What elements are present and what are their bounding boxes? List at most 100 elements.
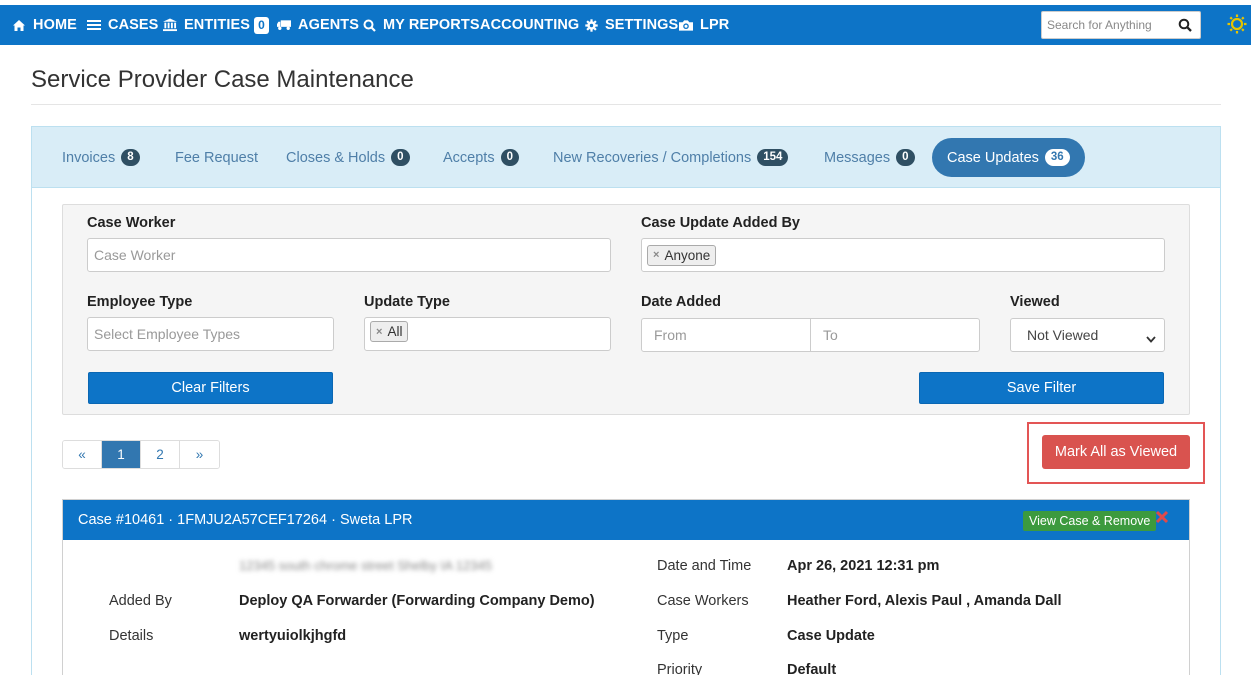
chevron-down-icon bbox=[1146, 330, 1156, 346]
mark-all-viewed-button[interactable]: Mark All as Viewed bbox=[1042, 435, 1190, 469]
menu-icon bbox=[87, 18, 101, 32]
update-type-tag: × All bbox=[370, 321, 409, 342]
remove-tag-icon[interactable]: × bbox=[376, 326, 382, 338]
tab-accepts[interactable]: Accepts 0 bbox=[443, 138, 519, 177]
tab-invoices-count: 8 bbox=[121, 149, 140, 166]
nav-accounting[interactable]: ACCOUNTING bbox=[480, 5, 579, 45]
tab-messages-count: 0 bbox=[896, 149, 915, 166]
date-to-input[interactable]: To bbox=[810, 318, 980, 352]
title-divider bbox=[31, 104, 1221, 105]
details-label: Details bbox=[109, 628, 154, 644]
nav-entities[interactable]: ENTITIES 0 bbox=[163, 5, 269, 45]
nav-agents-label: AGENTS bbox=[298, 17, 360, 33]
global-search-input[interactable] bbox=[1042, 12, 1172, 38]
nav-lpr-label: LPR bbox=[700, 17, 730, 33]
tab-new-recoveries-count: 154 bbox=[757, 149, 789, 166]
filter-panel: Case Worker Case Worker Case Update Adde… bbox=[62, 204, 1190, 415]
close-icon[interactable] bbox=[1155, 510, 1169, 528]
pagination-next[interactable]: » bbox=[180, 441, 219, 468]
pagination-page-1[interactable]: 1 bbox=[102, 441, 141, 468]
priority-label: Priority bbox=[657, 662, 703, 675]
global-search bbox=[1041, 11, 1201, 39]
home-icon bbox=[12, 18, 26, 32]
entities-count-badge: 0 bbox=[254, 16, 269, 34]
tab-fee-request-label: Fee Request bbox=[175, 149, 259, 166]
type-value: Case Update bbox=[787, 628, 875, 644]
type-label: Type bbox=[657, 628, 689, 644]
clear-filters-button[interactable]: Clear Filters bbox=[88, 372, 333, 404]
case-address: 12345 south chrome street Shelby IA 1234… bbox=[239, 558, 492, 573]
case-worker-label: Case Worker bbox=[87, 215, 176, 231]
tab-invoices-label: Invoices bbox=[62, 149, 116, 166]
tab-case-updates[interactable]: Case Updates 36 bbox=[932, 138, 1085, 177]
tab-new-recoveries[interactable]: New Recoveries / Completions 154 bbox=[553, 138, 789, 177]
tab-closes-holds-count: 0 bbox=[391, 149, 410, 166]
tab-invoices[interactable]: Invoices 8 bbox=[62, 138, 140, 177]
search-button-icon[interactable] bbox=[1178, 18, 1192, 37]
viewed-label: Viewed bbox=[1010, 294, 1060, 310]
added-by-input[interactable]: × Anyone bbox=[641, 238, 1165, 272]
top-navbar: HOME CASES ENTITIES 0 AGENTS MY REPORTS … bbox=[0, 5, 1251, 45]
nav-cases[interactable]: CASES bbox=[87, 5, 158, 45]
date-from-input[interactable]: From bbox=[641, 318, 811, 352]
pagination-page-2[interactable]: 2 bbox=[141, 441, 180, 468]
case-workers-value: Heather Ford, Alexis Paul , Amanda Dall bbox=[787, 593, 1062, 609]
viewed-select-value: Not Viewed bbox=[1027, 327, 1099, 343]
camera-icon bbox=[679, 18, 693, 32]
employee-type-input[interactable]: Select Employee Types bbox=[87, 317, 334, 351]
update-type-label: Update Type bbox=[364, 294, 450, 310]
bank-icon bbox=[163, 18, 177, 32]
added-by-tag: × Anyone bbox=[647, 244, 717, 266]
search-icon bbox=[362, 18, 376, 32]
case-worker-input[interactable]: Case Worker bbox=[87, 238, 611, 272]
truck-icon bbox=[277, 18, 291, 32]
save-filter-button[interactable]: Save Filter bbox=[919, 372, 1164, 404]
viewed-select[interactable]: Not Viewed bbox=[1010, 318, 1165, 352]
theme-toggle-sun-icon[interactable] bbox=[1227, 14, 1247, 39]
added-by-value: Deploy QA Forwarder (Forwarding Company … bbox=[239, 593, 595, 609]
tab-case-updates-label: Case Updates bbox=[947, 149, 1039, 166]
case-header-title: Case #10461 · 1FMJU2A57CEF17264 · Sweta … bbox=[78, 512, 413, 528]
page-title: Service Provider Case Maintenance bbox=[31, 66, 414, 93]
nav-my-reports[interactable]: MY REPORTS bbox=[362, 5, 480, 45]
view-case-remove-button[interactable]: View Case & Remove bbox=[1023, 511, 1157, 531]
nav-accounting-label: ACCOUNTING bbox=[480, 17, 580, 33]
nav-settings[interactable]: SETTINGS bbox=[584, 5, 678, 45]
nav-lpr[interactable]: LPR bbox=[679, 5, 729, 45]
tab-case-updates-count: 36 bbox=[1044, 149, 1070, 166]
nav-my-reports-label: MY REPORTS bbox=[383, 17, 480, 33]
tab-closes-holds[interactable]: Closes & Holds 0 bbox=[286, 138, 410, 177]
date-added-label: Date Added bbox=[641, 294, 722, 310]
nav-home-label: HOME bbox=[33, 17, 77, 33]
tab-accepts-count: 0 bbox=[500, 149, 519, 166]
tabs-bar: Invoices 8 Fee Request Closes & Holds 0 … bbox=[32, 127, 1220, 188]
nav-home[interactable]: HOME bbox=[12, 5, 77, 45]
update-type-input[interactable]: × All bbox=[364, 317, 611, 351]
datetime-label: Date and Time bbox=[657, 558, 752, 574]
added-by-label: Case Update Added By bbox=[641, 215, 800, 231]
tab-messages[interactable]: Messages 0 bbox=[824, 138, 915, 177]
update-type-tag-label: All bbox=[387, 324, 403, 339]
datetime-value: Apr 26, 2021 12:31 pm bbox=[787, 558, 940, 574]
added-by-tag-label: Anyone bbox=[664, 247, 711, 263]
pagination-prev[interactable]: « bbox=[63, 441, 102, 468]
priority-value: Default bbox=[787, 662, 837, 675]
added-by-label: Added By bbox=[109, 593, 172, 609]
tab-accepts-label: Accepts bbox=[443, 149, 495, 166]
tab-closes-holds-label: Closes & Holds bbox=[286, 149, 386, 166]
case-workers-label: Case Workers bbox=[657, 593, 749, 609]
tabs-panel: Invoices 8 Fee Request Closes & Holds 0 … bbox=[31, 126, 1221, 675]
tab-fee-request[interactable]: Fee Request bbox=[175, 138, 258, 177]
remove-tag-icon[interactable]: × bbox=[653, 249, 659, 261]
tab-messages-label: Messages bbox=[824, 149, 891, 166]
tab-new-recoveries-label: New Recoveries / Completions bbox=[553, 149, 752, 166]
nav-agents[interactable]: AGENTS bbox=[277, 5, 359, 45]
nav-cases-label: CASES bbox=[108, 17, 159, 33]
case-header: Case #10461 · 1FMJU2A57CEF17264 · Sweta … bbox=[63, 500, 1189, 540]
case-update-card: Case #10461 · 1FMJU2A57CEF17264 · Sweta … bbox=[62, 499, 1190, 675]
nav-entities-label: ENTITIES bbox=[184, 17, 251, 33]
pagination: « 1 2 » bbox=[62, 440, 220, 469]
details-value: wertyuiolkjhgfd bbox=[239, 628, 347, 644]
nav-settings-label: SETTINGS bbox=[605, 17, 679, 33]
employee-type-label: Employee Type bbox=[87, 294, 193, 310]
